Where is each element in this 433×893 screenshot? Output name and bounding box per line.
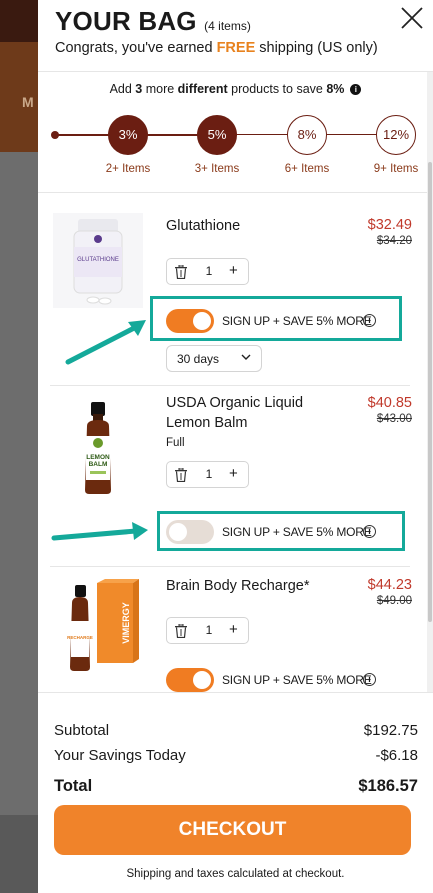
tier-badge: 8% xyxy=(287,115,327,155)
bottle-label: BALM xyxy=(89,461,108,468)
subtotal-label: Subtotal xyxy=(54,722,110,739)
annotation-arrow-icon xyxy=(65,320,146,365)
product-name[interactable]: USDA Organic Liquid Lemon Balm xyxy=(166,393,303,433)
subscribe-label: SIGN UP + SAVE 5% MORE xyxy=(222,673,372,687)
annotation-highlight-box xyxy=(157,511,405,551)
frequency-value: 30 days xyxy=(177,352,220,366)
background-footer xyxy=(0,815,40,893)
total-value: $186.57 xyxy=(358,777,418,795)
trash-icon[interactable] xyxy=(175,265,187,279)
bottle-label: LEMON xyxy=(86,454,110,461)
quantity-value[interactable]: 1 xyxy=(201,623,217,637)
tier-label: 2+ Items xyxy=(105,163,151,175)
shipping-note: Shipping and taxes calculated at checkou… xyxy=(126,868,345,880)
quantity-stepper: 1 + xyxy=(166,617,249,644)
chevron-down-icon xyxy=(241,354,251,360)
tier-badge: 12% xyxy=(376,115,416,155)
bottle-label: GLUTATHIONE xyxy=(77,257,119,263)
tier-start-dot xyxy=(51,131,59,139)
background-banner-text: M xyxy=(22,94,34,110)
savings-label: Your Savings Today xyxy=(54,747,186,764)
savings-value: -$6.18 xyxy=(375,747,418,764)
checkout-button[interactable]: CHECKOUT xyxy=(54,805,411,855)
original-price: $43.00 xyxy=(376,413,412,425)
info-icon[interactable]: i xyxy=(363,673,376,686)
close-icon[interactable] xyxy=(400,6,424,30)
product-name-line[interactable]: Lemon Balm xyxy=(166,413,303,433)
product-image-glutathione[interactable]: GLUTATHIONE xyxy=(53,213,143,308)
product-name-line[interactable]: USDA Organic Liquid xyxy=(166,393,303,413)
cart-items-list[interactable]: GLUTATHIONE Glutathione $32.49 $34.20 1 … xyxy=(38,192,427,692)
congrats-text: Congrats, you've earned xyxy=(55,40,217,56)
cart-title: YOUR BAG (4 items) xyxy=(55,6,251,37)
frequency-select[interactable]: 30 days xyxy=(166,345,262,372)
original-price: $34.20 xyxy=(376,235,412,247)
quantity-stepper: 1 + xyxy=(166,461,249,488)
product-image-brain-body-recharge[interactable]: VIMERGY RECHARGE xyxy=(53,579,143,674)
trash-icon[interactable] xyxy=(175,624,187,638)
discount-tier-progress: 3% 5% 8% 12% 2+ Items 3+ Items 6+ Items … xyxy=(38,112,433,187)
background-overlay[interactable] xyxy=(0,152,40,893)
plus-icon[interactable]: + xyxy=(229,621,238,638)
cart-header: YOUR BAG (4 items) Congrats, you've earn… xyxy=(38,0,433,72)
product-name-text[interactable]: Brain Body Recharge* xyxy=(166,578,309,594)
bottle-label: RECHARGE xyxy=(67,635,93,640)
scrollbar[interactable] xyxy=(427,72,433,692)
tier-badge: 5% xyxy=(197,115,237,155)
promo-percent: 8% xyxy=(326,82,345,96)
product-name[interactable]: Glutathione xyxy=(166,216,240,236)
promo-text: more xyxy=(142,82,178,96)
background-header xyxy=(0,0,40,42)
quantity-value[interactable]: 1 xyxy=(201,264,217,278)
free-shipping-message: Congrats, you've earned FREE shipping (U… xyxy=(55,40,378,56)
scrollbar-thumb[interactable] xyxy=(428,162,432,622)
subscribe-row: SIGN UP + SAVE 5% MORE i xyxy=(166,666,406,692)
cart-item-count: (4 items) xyxy=(204,19,251,33)
shipping-region-text: shipping (US only) xyxy=(255,40,378,56)
tier-label: 9+ Items xyxy=(373,163,419,175)
product-variant: Full xyxy=(166,437,185,449)
annotation-arrow-icon xyxy=(51,522,148,541)
sale-price: $44.23 xyxy=(367,577,412,593)
tier-label: 3+ Items xyxy=(194,163,240,175)
box-label: VIMERGY xyxy=(121,602,131,644)
product-name-text[interactable]: Glutathione xyxy=(166,218,240,234)
cart-item: VIMERGY RECHARGE Brain Body Recharge* $4… xyxy=(38,567,427,692)
promo-different: different xyxy=(177,82,228,96)
tier-badge: 3% xyxy=(108,115,148,155)
product-image-lemon-balm[interactable]: LEMON BALM xyxy=(53,402,143,497)
trash-icon[interactable] xyxy=(175,468,187,482)
plus-icon[interactable]: + xyxy=(229,465,238,482)
subtotal-value: $192.75 xyxy=(363,722,418,739)
promo-text: products to save xyxy=(227,82,327,96)
sale-price: $32.49 xyxy=(367,217,412,233)
free-label: FREE xyxy=(216,40,256,56)
plus-icon[interactable]: + xyxy=(229,262,238,279)
quantity-stepper: 1 + xyxy=(166,258,249,285)
cart-drawer: YOUR BAG (4 items) Congrats, you've earn… xyxy=(38,0,433,893)
product-name[interactable]: Brain Body Recharge* xyxy=(166,576,309,596)
toggle-knob xyxy=(193,671,211,689)
promo-text: Add xyxy=(109,82,136,96)
annotation-highlight-box xyxy=(150,296,402,341)
original-price: $49.00 xyxy=(376,595,412,607)
sale-price: $40.85 xyxy=(367,395,412,411)
order-summary: Subtotal $192.75 Your Savings Today -$6.… xyxy=(38,692,433,893)
subscribe-toggle[interactable] xyxy=(166,668,214,692)
cart-title-text: YOUR BAG xyxy=(55,6,197,36)
info-icon[interactable]: i xyxy=(350,84,362,95)
background-banner: M xyxy=(0,42,40,152)
quantity-value[interactable]: 1 xyxy=(201,467,217,481)
tier-label: 6+ Items xyxy=(284,163,330,175)
total-label: Total xyxy=(54,777,93,795)
volume-discount-message: Add 3 more different products to save 8%… xyxy=(38,82,433,96)
